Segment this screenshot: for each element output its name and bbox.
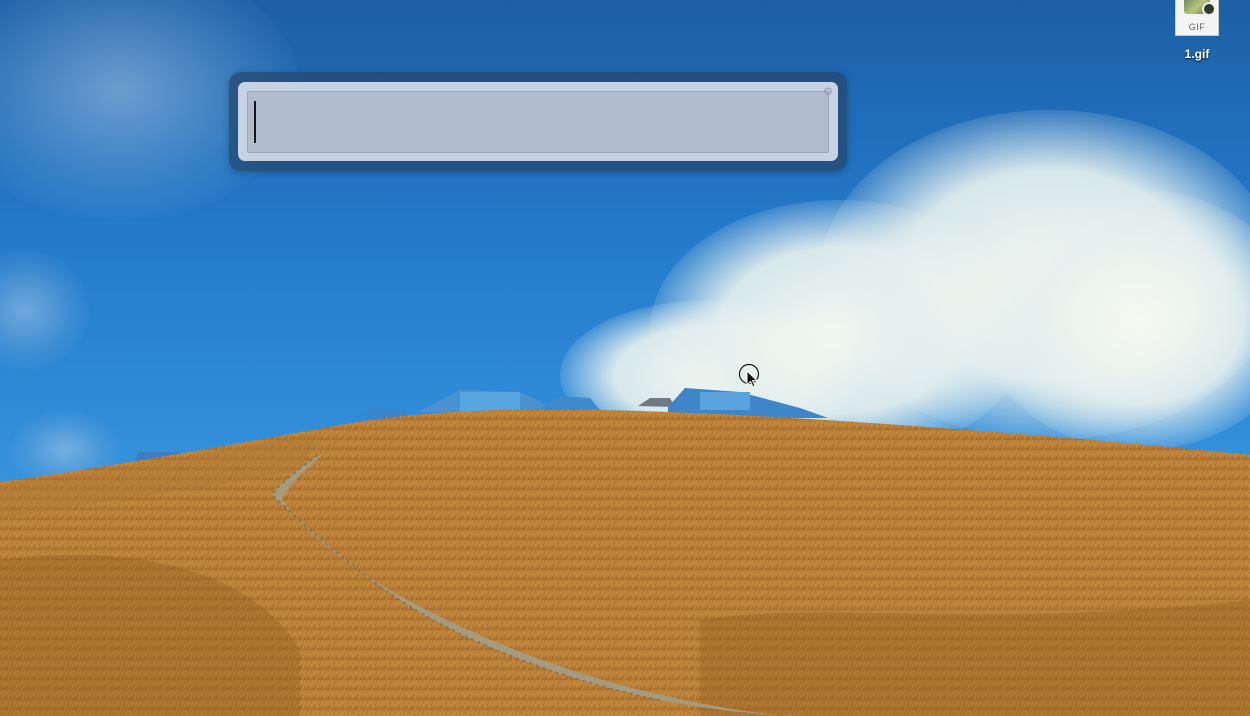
- spotlight-panel: ⚙: [238, 82, 838, 161]
- desktop-file-icon[interactable]: GIF 1.gif: [1165, 0, 1229, 64]
- spotlight-search-input[interactable]: [247, 91, 829, 153]
- file-thumb-label: GIF: [1188, 22, 1206, 32]
- text-caret: [254, 101, 256, 143]
- desktop[interactable]: ⚙ GIF 1.gif: [0, 0, 1250, 716]
- arrow-pointer-icon: [738, 363, 760, 388]
- gear-icon[interactable]: ⚙: [822, 86, 834, 98]
- image-file-icon: GIF: [1175, 0, 1219, 36]
- file-name-label: 1.gif: [1184, 47, 1210, 61]
- spotlight-dialog: ⚙: [229, 72, 847, 171]
